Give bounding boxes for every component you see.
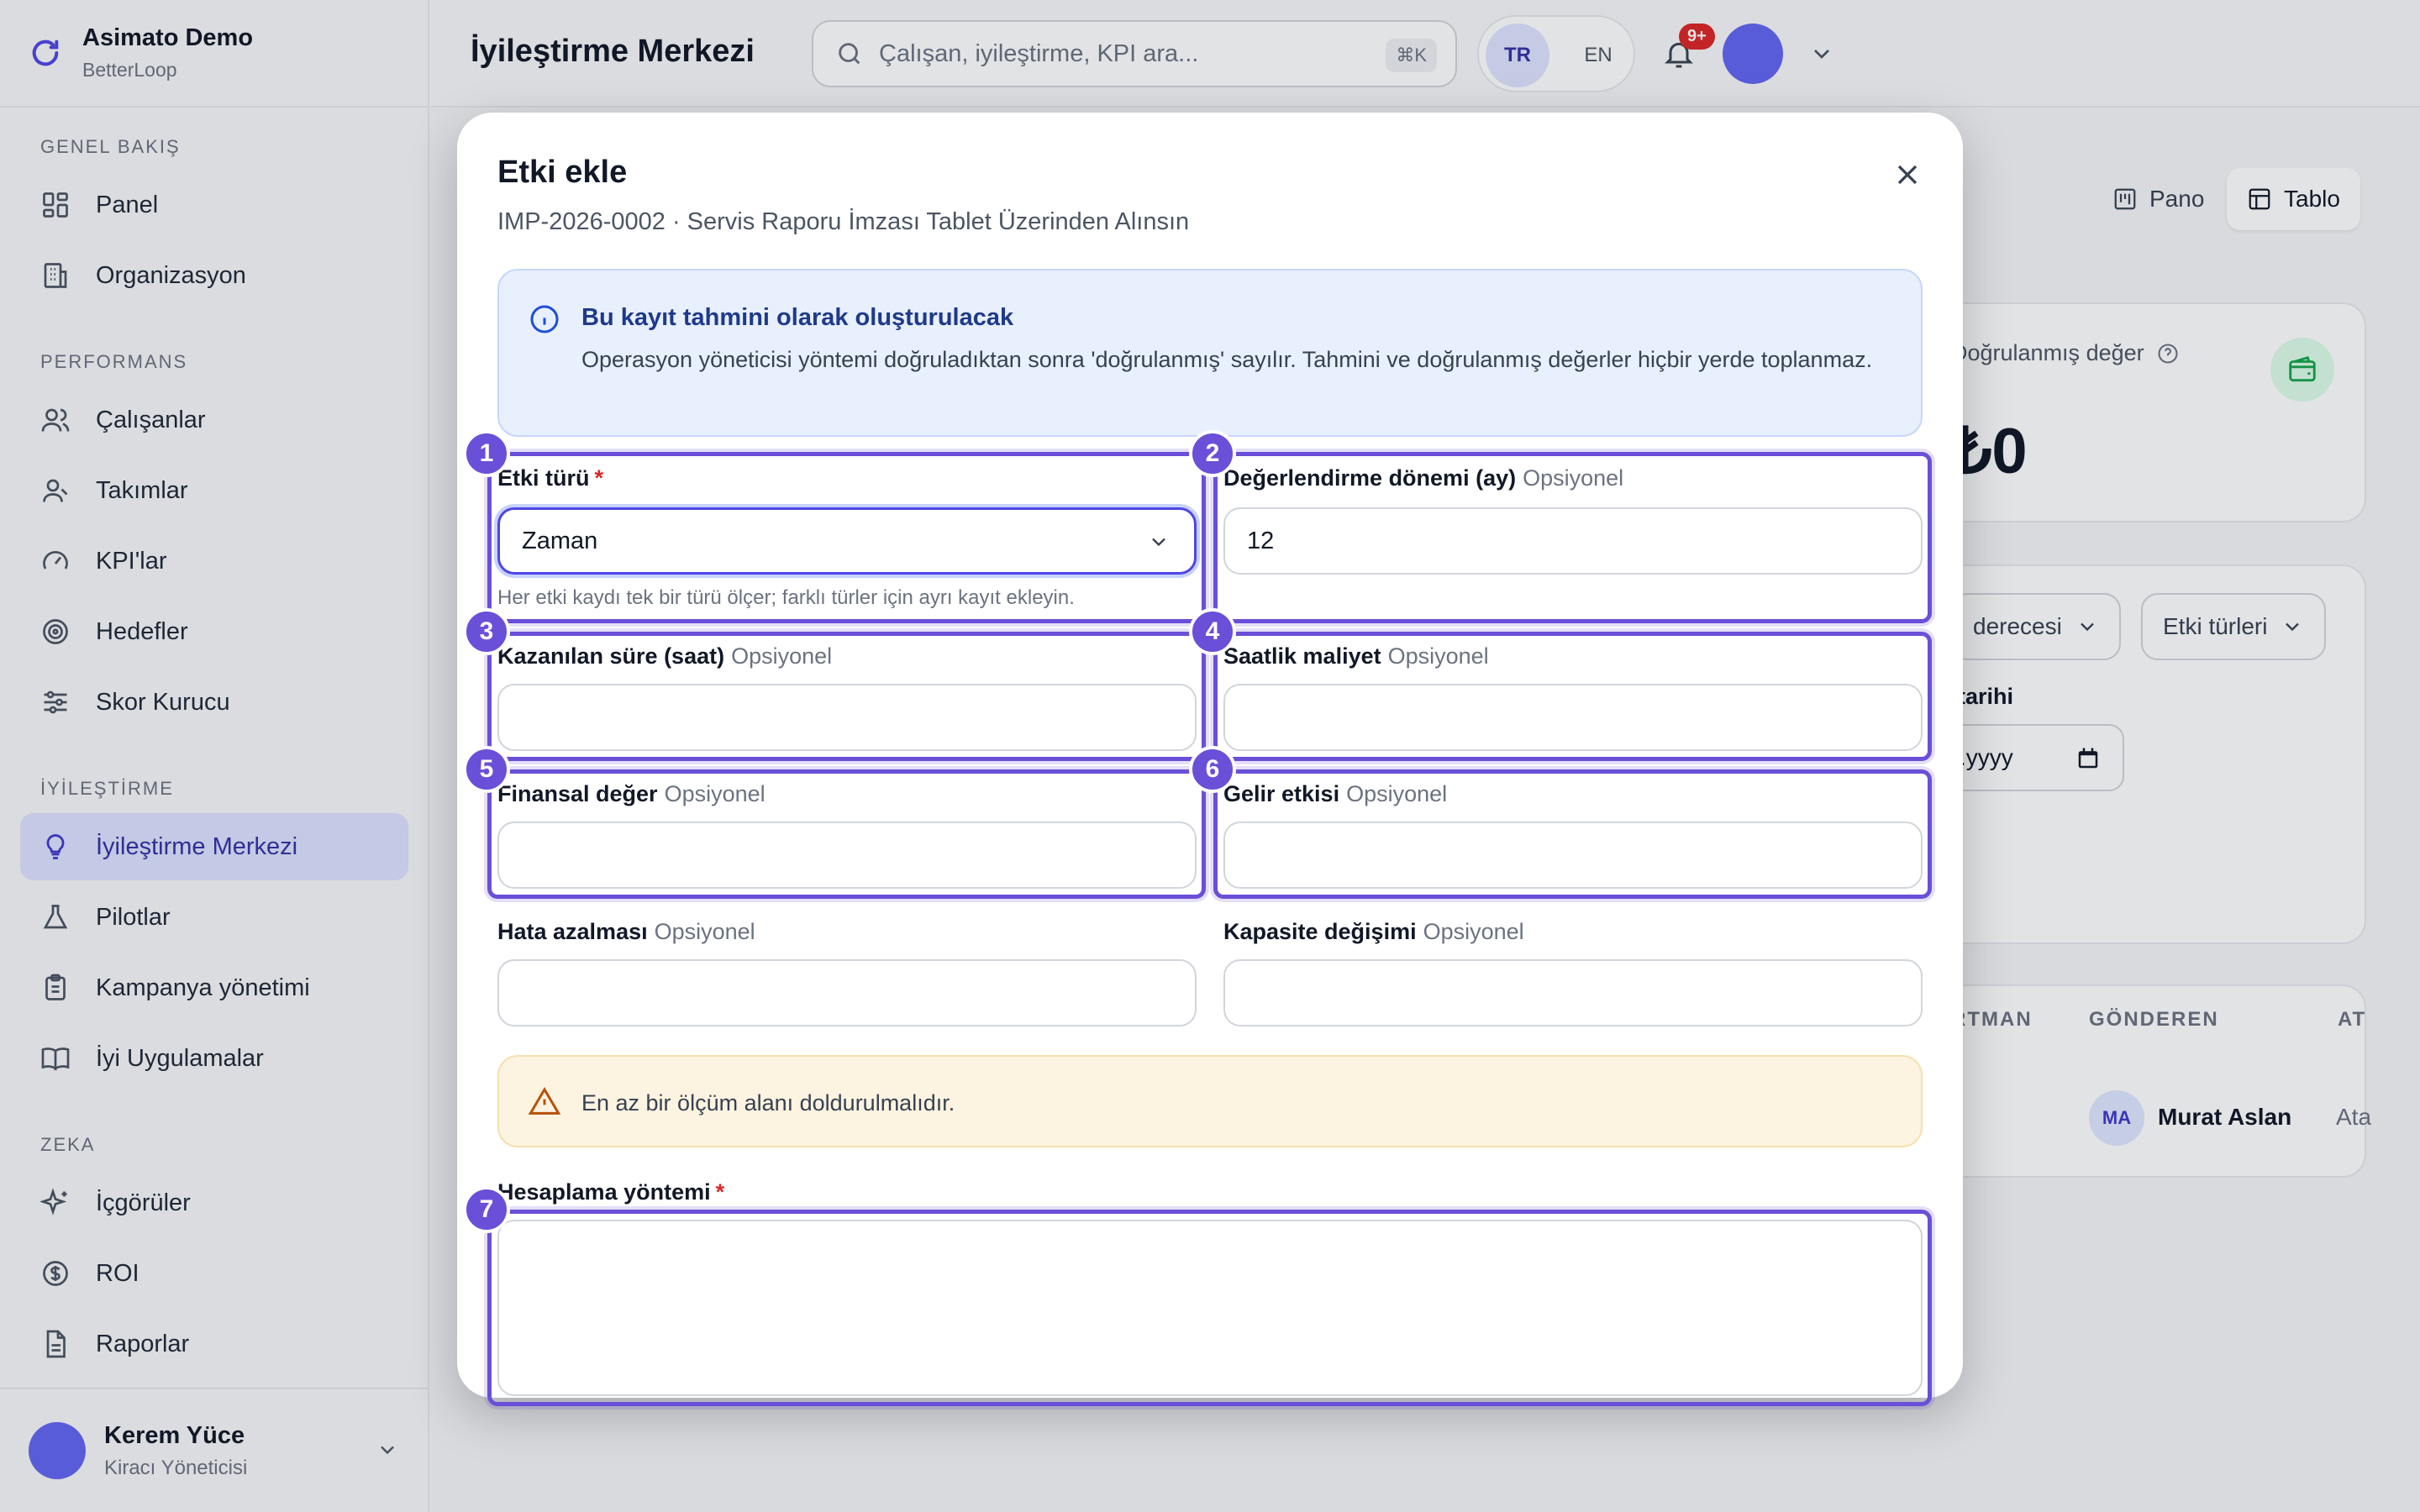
- warning-icon: [528, 1087, 561, 1115]
- annotation-badge: 7: [463, 1186, 510, 1233]
- error-reduction-label: Hata azalması Opsiyonel: [497, 919, 755, 945]
- annotation-badge: 3: [463, 608, 510, 655]
- annotation-box: [1213, 632, 1932, 761]
- annotation-badge: 4: [1189, 608, 1236, 655]
- capacity-change-field[interactable]: [1223, 959, 1923, 1026]
- info-banner: Bu kayıt tahmini olarak oluşturulacak Op…: [497, 269, 1923, 437]
- annotation-badge: 5: [463, 746, 510, 793]
- annotation-box: [487, 452, 1206, 623]
- annotation-box: [487, 1210, 1932, 1406]
- modal-subtitle: IMP-2026-0002 · Servis Raporu İmzası Tab…: [497, 208, 1190, 235]
- warning-banner: En az bir ölçüm alanı doldurulmalıdır.: [497, 1055, 1923, 1147]
- annotation-badge: 6: [1189, 746, 1236, 793]
- optional-tag: Opsiyonel: [1423, 919, 1524, 944]
- annotation-box: [487, 769, 1206, 899]
- capacity-change-label: Kapasite değişimi Opsiyonel: [1223, 919, 1524, 945]
- error-reduction-label-text: Hata azalması: [497, 919, 648, 944]
- info-icon: [530, 305, 559, 333]
- annotation-badge: 2: [1189, 430, 1236, 477]
- capacity-change-label-text: Kapasite değişimi: [1223, 919, 1417, 944]
- annotation-box: [487, 632, 1206, 761]
- required-mark: *: [715, 1179, 725, 1205]
- error-reduction-field[interactable]: [497, 959, 1197, 1026]
- info-body: Operasyon yöneticisi yöntemi doğruladıkt…: [581, 347, 1873, 372]
- warning-text: En az bir ölçüm alanı doldurulmalıdır.: [581, 1090, 955, 1116]
- modal-title: Etki ekle: [497, 155, 628, 190]
- calc-method-label-text: Hesaplama yöntemi: [497, 1179, 711, 1205]
- annotation-box: [1213, 452, 1932, 623]
- optional-tag: Opsiyonel: [654, 919, 755, 944]
- calc-method-label: Hesaplama yöntemi *: [497, 1179, 724, 1205]
- close-icon[interactable]: [1891, 158, 1924, 192]
- info-title: Bu kayıt tahmini olarak oluşturulacak: [581, 304, 1014, 331]
- annotation-badge: 1: [463, 430, 510, 477]
- annotation-box: [1213, 769, 1932, 899]
